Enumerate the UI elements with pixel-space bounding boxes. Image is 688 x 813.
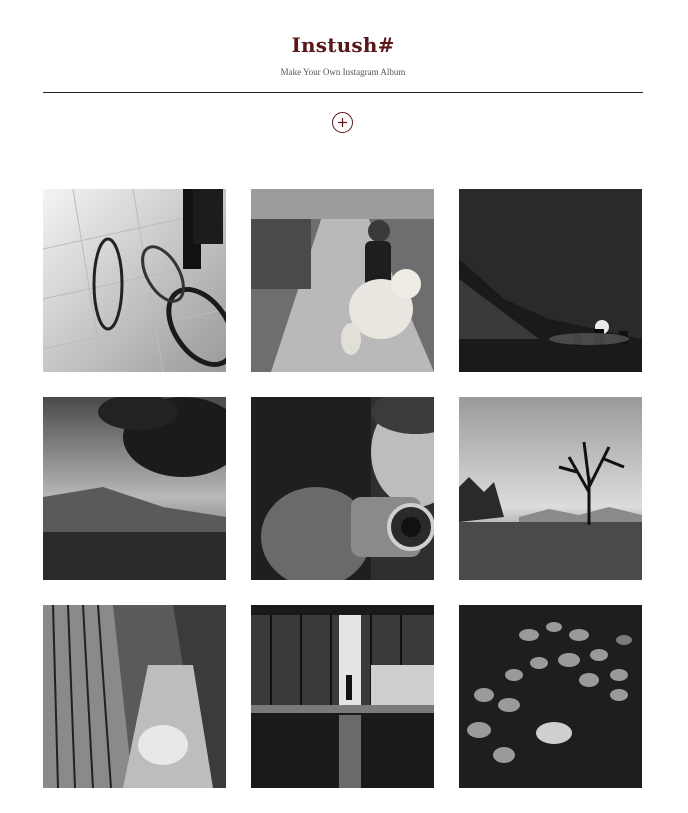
photo-building-reflection-clouds: [43, 605, 226, 788]
add-photo-button[interactable]: [332, 112, 353, 133]
app-subtitle: Make Your Own Instagram Album: [280, 67, 406, 77]
photo-lily-pads: [459, 605, 642, 788]
header-divider: [43, 92, 643, 93]
photo-bicycle-shadow: [43, 189, 226, 372]
photo-tile-lily-pads[interactable]: [459, 605, 642, 788]
photo-boy-with-camera: [251, 397, 434, 580]
photo-lone-tree-lake: [459, 397, 642, 580]
photo-tile-girl-with-teddy-bear[interactable]: [251, 189, 434, 372]
header: Instush# Make Your Own Instagram Album: [43, 0, 643, 93]
photo-hills-tree-dusk: [43, 397, 226, 580]
photo-night-campfire: [459, 189, 642, 372]
app-title: Instush#: [291, 33, 395, 57]
photo-girl-with-teddy-bear: [251, 189, 434, 372]
photo-tile-lone-tree-lake[interactable]: [459, 397, 642, 580]
plus-icon: [338, 118, 347, 127]
photo-tile-boy-with-camera[interactable]: [251, 397, 434, 580]
photo-lobby-reflection-night: [251, 605, 434, 788]
photo-tile-bicycle-shadow[interactable]: [43, 189, 226, 372]
photo-tile-hills-tree-dusk[interactable]: [43, 397, 226, 580]
photo-tile-building-reflection-clouds[interactable]: [43, 605, 226, 788]
photo-grid: [43, 189, 643, 789]
photo-tile-lobby-reflection-night[interactable]: [251, 605, 434, 788]
photo-tile-night-campfire[interactable]: [459, 189, 642, 372]
